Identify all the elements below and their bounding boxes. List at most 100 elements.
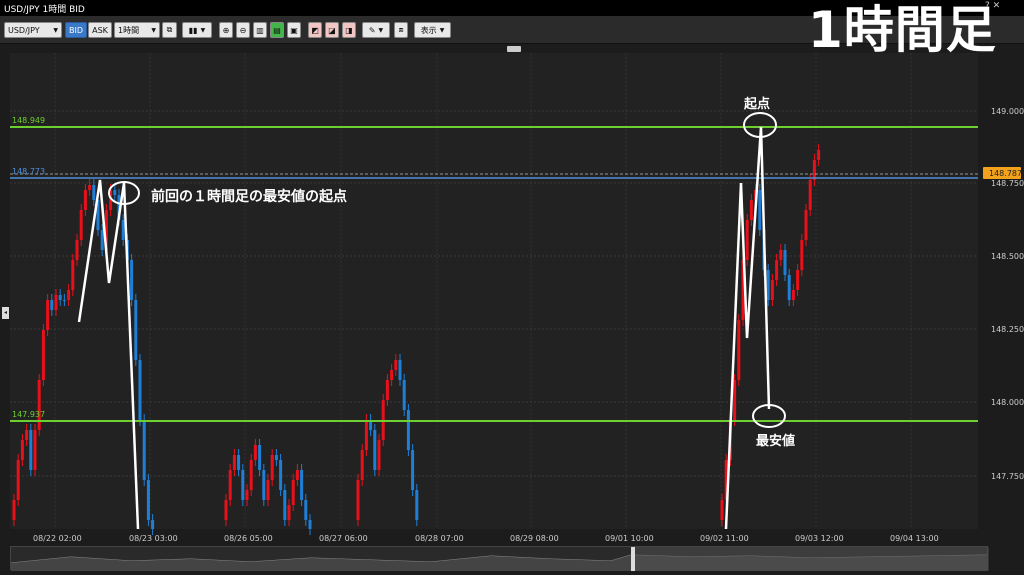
price-axis: 149.000 148.750 148.500 148.250 148.000 …: [978, 53, 1024, 546]
candle-body: [100, 230, 104, 250]
candle-body: [720, 500, 724, 520]
candle-body: [146, 480, 150, 520]
price-tick: 148.000: [991, 398, 1024, 407]
candle-body: [258, 445, 262, 470]
candle-body: [41, 330, 45, 380]
candle-body: [67, 290, 71, 300]
annotation-lowest: 最安値: [756, 433, 795, 449]
candle-body: [796, 270, 800, 290]
candle-body: [295, 470, 299, 480]
candle-body: [758, 190, 762, 230]
candle-body: [83, 190, 87, 210]
candle-body: [787, 275, 791, 300]
candle-body: [20, 440, 24, 460]
candle-body: [79, 210, 83, 240]
price-tick: 148.750: [991, 179, 1024, 188]
time-tick: 08/23 03:00: [129, 534, 178, 543]
candle-body: [29, 430, 33, 470]
lower-green-label: 147.937: [12, 410, 45, 419]
candle-body: [245, 490, 249, 500]
candle-body: [138, 360, 142, 420]
time-tick: 09/04 13:00: [890, 534, 939, 543]
overlay-title: 1時間足: [808, 1, 997, 59]
candle-body: [415, 490, 419, 520]
candle-body: [274, 455, 278, 460]
candle-body: [360, 450, 364, 480]
candle-body: [92, 185, 96, 200]
upper-green-label: 148.949: [12, 116, 45, 125]
time-tick: 08/28 07:00: [415, 534, 464, 543]
candle-body: [411, 450, 415, 490]
candle-body: [266, 480, 270, 500]
time-tick: 09/01 10:00: [605, 534, 654, 543]
current-price-label: 148.787: [989, 169, 1022, 178]
price-tick: 148.250: [991, 325, 1024, 334]
candle-body: [791, 290, 795, 300]
candle-body: [737, 320, 741, 380]
left-panel-handle[interactable]: ◂: [2, 307, 9, 319]
candle-body: [766, 270, 770, 300]
candle-body: [749, 200, 753, 220]
candle-body: [394, 360, 398, 370]
candle-body: [733, 380, 737, 420]
candle-body: [75, 240, 79, 260]
candle-body: [377, 440, 381, 470]
candle-body: [151, 520, 155, 529]
candle-body: [804, 210, 808, 240]
annotation-previous-low-start: 前回の１時間足の最安値の起点: [151, 188, 347, 205]
candle-body: [37, 380, 41, 430]
candle-body: [253, 445, 257, 460]
candle-body: [71, 260, 75, 290]
candle-body: [232, 455, 236, 470]
price-tick: 148.500: [991, 252, 1024, 261]
candle-body: [25, 430, 29, 440]
candle-body: [817, 150, 821, 160]
candle-body: [58, 295, 62, 300]
price-tick: 149.000: [991, 107, 1024, 116]
time-tick: 08/22 02:00: [33, 534, 82, 543]
candle-body: [800, 240, 804, 270]
time-tick: 08/26 05:00: [224, 534, 273, 543]
candle-body: [812, 160, 816, 180]
candle-body: [398, 360, 402, 380]
candle-body: [113, 190, 117, 195]
price-tick: 147.750: [991, 472, 1024, 481]
candle-body: [237, 455, 241, 470]
candle-body: [779, 250, 783, 260]
candle-body: [402, 380, 406, 410]
candle-body: [390, 370, 394, 380]
candle-body: [783, 250, 787, 275]
candle-body: [270, 455, 274, 480]
time-tick: 09/02 11:00: [700, 534, 749, 543]
candle-body: [279, 460, 283, 490]
candle-body: [364, 420, 368, 450]
candle-body: [134, 300, 138, 360]
navigator-selection[interactable]: [635, 547, 989, 571]
candle-body: [745, 220, 749, 260]
candle-body: [308, 520, 312, 529]
candle-body: [130, 260, 134, 300]
candle-body: [46, 300, 50, 330]
candle-body: [406, 410, 410, 450]
candle-body: [33, 430, 37, 470]
time-tick: 09/03 12:00: [795, 534, 844, 543]
candle-body: [262, 470, 266, 500]
candle-body: [373, 430, 377, 470]
candle-body: [291, 480, 295, 505]
candle-body: [228, 470, 232, 500]
time-tick: 08/29 08:00: [510, 534, 559, 543]
candle-body: [770, 280, 774, 300]
chart-svg: 148.949 148.773 147.937 前回の１時間足の最安値の起点 起…: [10, 53, 1024, 546]
annotation-start-point: 起点: [743, 96, 770, 112]
time-axis: 08/22 02:00 08/23 03:00 08/26 05:00 08/2…: [33, 534, 939, 543]
time-tick: 08/27 06:00: [319, 534, 368, 543]
candle-body: [249, 460, 253, 490]
candle-body: [88, 185, 92, 190]
candle-body: [62, 300, 66, 301]
candle-body: [12, 500, 16, 520]
candle-body: [385, 380, 389, 400]
candle-body: [224, 500, 228, 520]
navigator-handle[interactable]: [631, 547, 635, 571]
range-navigator[interactable]: [10, 546, 989, 571]
candle-body: [304, 500, 308, 520]
